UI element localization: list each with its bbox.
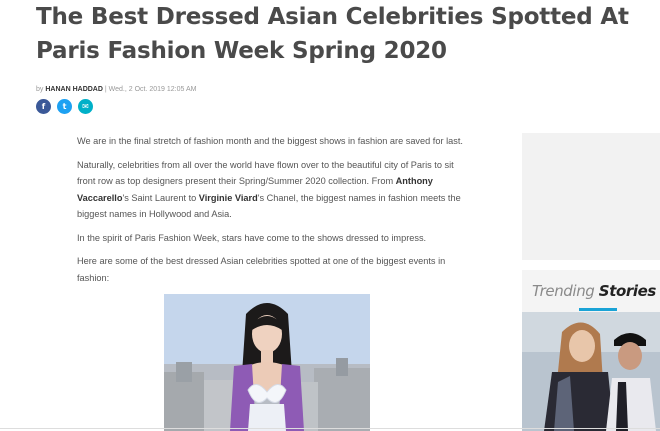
byline-prefix: by <box>36 86 44 93</box>
article-photo <box>164 294 370 431</box>
article-body: We are in the final stretch of fashion m… <box>77 133 463 293</box>
bottom-divider <box>0 428 660 429</box>
byline-separator: | <box>104 86 107 93</box>
trending-heading-word2: Stories <box>598 282 657 300</box>
trending-underline <box>579 308 617 311</box>
twitter-icon[interactable]: t <box>57 99 72 114</box>
trending-photo-illustration <box>522 312 660 431</box>
article-title: The Best Dressed Asian Celebrities Spott… <box>36 4 629 64</box>
sidebar-ad-placeholder <box>522 133 660 260</box>
trending-stories-widget: Trending Stories <box>522 270 660 431</box>
trending-heading-word1: Trending <box>532 282 595 300</box>
celebrity-photo-illustration <box>164 294 370 431</box>
paragraph-2-text-b: 's Saint Laurent to <box>122 192 199 203</box>
publish-date: Wed., 2 Oct. 2019 12:05 AM <box>108 86 197 93</box>
email-icon[interactable]: ✉ <box>78 99 93 114</box>
article-byline: by HANAN HADDAD | Wed., 2 Oct. 2019 12:0… <box>36 86 196 93</box>
facebook-icon[interactable]: f <box>36 99 51 114</box>
trending-story-image[interactable] <box>522 312 660 431</box>
paragraph-4: Here are some of the best dressed Asian … <box>77 256 446 283</box>
trending-heading: Trending Stories <box>532 282 656 300</box>
share-buttons: f t ✉ <box>36 99 93 114</box>
paragraph-2: Naturally, celebrities from all over the… <box>77 157 463 223</box>
paragraph-3: In the spirit of Paris Fashion Week, sta… <box>77 232 427 243</box>
designer-link-virginie-viard[interactable]: Virginie Viard <box>199 193 258 203</box>
paragraph-1: We are in the final stretch of fashion m… <box>77 136 463 146</box>
author-link[interactable]: HANAN HADDAD <box>45 86 103 93</box>
